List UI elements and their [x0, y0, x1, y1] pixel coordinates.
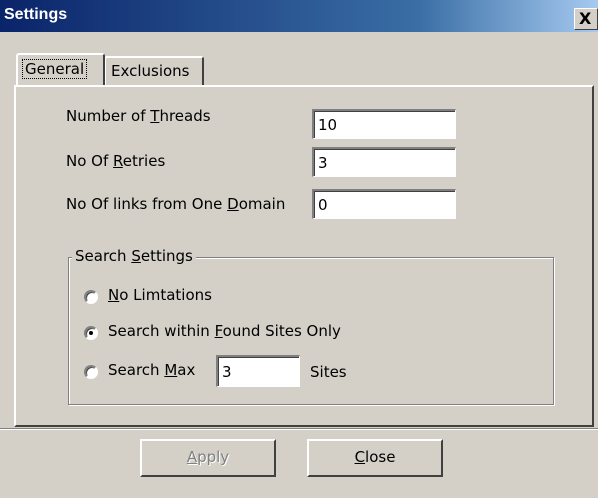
close-button[interactable]: Close: [307, 439, 443, 477]
no-limitations-radio[interactable]: [84, 290, 98, 304]
search-max-radio[interactable]: [84, 365, 98, 379]
tab-general-label: General: [22, 59, 88, 79]
title-bar: Settings X: [0, 0, 598, 32]
found-sites-only-radio[interactable]: [84, 326, 98, 340]
threads-input[interactable]: [312, 109, 456, 139]
radio-selected-dot: [89, 331, 93, 335]
apply-button[interactable]: Apply: [140, 439, 276, 477]
no-limitations-label[interactable]: No Limtations: [108, 286, 212, 304]
tab-exclusions[interactable]: Exclusions: [104, 56, 204, 86]
tab-exclusions-label: Exclusions: [111, 62, 190, 80]
search-max-label[interactable]: Search Max: [108, 361, 195, 379]
window-title: Settings: [4, 6, 68, 23]
links-per-domain-input[interactable]: [312, 189, 456, 219]
retries-input[interactable]: [312, 147, 456, 177]
close-window-button[interactable]: X: [574, 8, 598, 30]
sites-suffix-label: Sites: [310, 363, 347, 381]
tab-general[interactable]: General: [16, 53, 105, 85]
tab-panel-general: Number of Threads No Of Retries No Of li…: [14, 85, 594, 427]
search-max-input[interactable]: [216, 355, 300, 387]
search-settings-title: Search Settings: [72, 247, 196, 265]
threads-label: Number of Threads: [66, 107, 211, 125]
retries-label: No Of Retries: [66, 152, 166, 170]
found-sites-only-label[interactable]: Search within Found Sites Only: [108, 322, 341, 340]
dialog-separator: [0, 428, 598, 430]
links-per-domain-label: No Of links from One Domain: [66, 195, 286, 213]
